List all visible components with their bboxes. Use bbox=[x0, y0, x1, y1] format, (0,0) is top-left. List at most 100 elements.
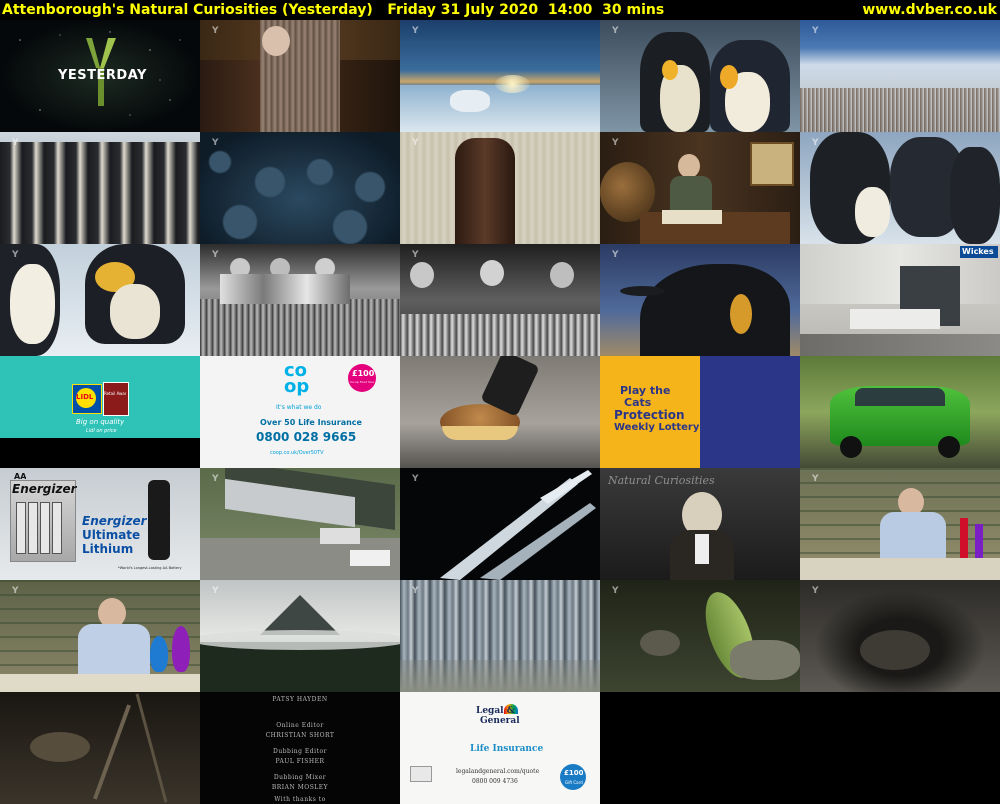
lg-brand-2: General bbox=[480, 716, 520, 726]
thumbnail-presenter-lab-wide[interactable]: Y bbox=[0, 580, 200, 692]
lg-brand-1: Legal & bbox=[476, 706, 515, 716]
coop-product: Over 50 Life Insurance bbox=[260, 418, 362, 427]
energizer-aa: AA bbox=[14, 472, 27, 481]
channel-bug-icon: Y bbox=[612, 250, 619, 260]
credit-line-2: Online Editor bbox=[276, 722, 324, 729]
curiosities-title-text: Natural Curiosities bbox=[608, 474, 715, 487]
retail-award-badge bbox=[103, 382, 129, 416]
coop-logo-bottom: op bbox=[284, 378, 310, 396]
channel-bug-icon: Y bbox=[212, 138, 219, 148]
channel-bug-icon: Y bbox=[212, 250, 219, 260]
coop-url[interactable]: coop.co.uk/Over50TV bbox=[270, 450, 324, 456]
thumbnail-lidl-ad[interactable]: LIDL Retail Awards Big on quality Lidl o… bbox=[0, 356, 200, 468]
thumbnail-penguin-backs[interactable]: Y bbox=[200, 132, 400, 244]
channel-bug-icon: Y bbox=[12, 138, 19, 148]
channel-bug-icon: Y bbox=[412, 138, 419, 148]
channel-bug-icon: Y bbox=[412, 586, 419, 596]
thumbnail-burger-ad[interactable] bbox=[400, 356, 600, 468]
bunny-mascot bbox=[148, 480, 170, 560]
lg-badge-sub: Gift Card bbox=[565, 780, 583, 785]
thumbnail-energizer-ad[interactable]: Energizer AA Energizer Ultimate Lithium … bbox=[0, 468, 200, 580]
thumbnail-ice-crystals[interactable]: Y bbox=[400, 468, 600, 580]
thumbnail-misty-mountain[interactable]: Y bbox=[200, 580, 400, 692]
credit-line-7: BRIAN MOSLEY bbox=[271, 784, 329, 791]
channel-bug-icon: Y bbox=[12, 250, 19, 260]
thumbnail-frog-plants[interactable]: Y bbox=[600, 580, 800, 692]
energizer-product-1: Energizer bbox=[82, 514, 147, 528]
retail-award-text: Retail Awards bbox=[104, 391, 126, 396]
credit-line-4: Dubbing Editor bbox=[273, 748, 327, 755]
lg-phone[interactable]: 0800 009 4736 bbox=[472, 778, 518, 785]
thumbnail-kia-car-ad[interactable] bbox=[800, 356, 1000, 468]
programme-title: Attenborough's Natural Curiosities (Yest… bbox=[2, 2, 665, 18]
thumbnail-curiosities-portrait[interactable]: Natural Curiosities bbox=[600, 468, 800, 580]
cats-line-3: Protection bbox=[614, 408, 685, 422]
thumbnail-yesterday-logo[interactable]: YESTERDAY bbox=[0, 20, 200, 132]
channel-bug-icon: Y bbox=[612, 586, 619, 596]
thumbnail-archive-expedition[interactable]: Y bbox=[200, 244, 400, 356]
channel-bug-icon: Y bbox=[812, 26, 819, 36]
thumbnail-penguin-colony[interactable]: Y bbox=[800, 20, 1000, 132]
thumbnail-streak-blur[interactable]: Y bbox=[400, 580, 600, 692]
thumbnail-presenter-desk[interactable]: Y bbox=[600, 132, 800, 244]
ice-crystal-icon bbox=[440, 470, 596, 580]
thumbnail-doorway[interactable]: Y bbox=[400, 132, 600, 244]
credit-line-8: With thanks to bbox=[274, 796, 326, 803]
voucher-amount: £100 bbox=[352, 369, 375, 378]
channel-bug-icon: Y bbox=[612, 26, 619, 36]
lg-product: Life Insurance bbox=[470, 744, 544, 754]
channel-bug-icon: Y bbox=[812, 138, 819, 148]
lidl-logo-text: LIDL bbox=[76, 393, 94, 401]
thumbnail-legal-general-ad[interactable]: Legal & General Life Insurance legalandg… bbox=[400, 692, 600, 804]
voucher-sub: Co-op Food Voucher bbox=[350, 380, 374, 384]
channel-bug-icon: Y bbox=[212, 474, 219, 484]
thumbnail-cats-protection-ad[interactable]: Play the Cats Protection Weekly Lottery bbox=[600, 356, 800, 468]
thumbnail-presenter-lab[interactable]: Y bbox=[800, 468, 1000, 580]
cats-line-4: Weekly Lottery bbox=[614, 422, 700, 433]
energizer-claim: *World's Longest-Lasting AA Battery bbox=[118, 566, 182, 570]
lg-badge-amount: £100 bbox=[564, 769, 584, 777]
energizer-product-3: Lithium bbox=[82, 542, 134, 556]
thumbnail-coop-ad[interactable]: co op It's what we do £100 Co-op Food Vo… bbox=[200, 356, 400, 468]
channel-bug-icon: Y bbox=[412, 250, 419, 260]
channel-bug-icon: Y bbox=[12, 586, 19, 596]
thumbnail-ice-sunset[interactable]: Y bbox=[400, 20, 600, 132]
channel-bug-icon: Y bbox=[412, 26, 419, 36]
header-bar: Attenborough's Natural Curiosities (Yest… bbox=[0, 0, 1000, 20]
thumbnail-emperor-penguins[interactable]: Y bbox=[600, 20, 800, 132]
coop-slogan: It's what we do bbox=[276, 404, 322, 411]
thumbnail-aerial-buildings[interactable]: Y bbox=[200, 468, 400, 580]
yesterday-logo-text: YESTERDAY bbox=[58, 68, 147, 83]
thumbnail-end-credits[interactable]: PATSY HAYDEN Online Editor CHRISTIAN SHO… bbox=[200, 692, 400, 804]
channel-bug-icon: Y bbox=[412, 474, 419, 484]
channel-bug-icon: Y bbox=[612, 138, 619, 148]
wickes-logo-text: Wickes bbox=[962, 247, 994, 256]
thumbnail-grid: YESTERDAY Y Y Y Y Y Y Y Y Y Y Y Y Y Wick… bbox=[0, 20, 1000, 804]
coop-phone[interactable]: 0800 028 9665 bbox=[256, 430, 356, 444]
mountain-icon bbox=[200, 595, 400, 692]
thumbnail-toad-burrow[interactable]: Y bbox=[800, 580, 1000, 692]
thumbnail-penguin-egg[interactable]: Y bbox=[0, 244, 200, 356]
channel-bug-icon: Y bbox=[812, 474, 819, 484]
energizer-brand: Energizer bbox=[12, 482, 77, 496]
thumbnail-frog-roots[interactable] bbox=[0, 692, 200, 804]
credit-line-5: PAUL FISHER bbox=[275, 758, 325, 765]
thumbnail-presenter-library[interactable]: Y bbox=[200, 20, 400, 132]
defaqto-badge bbox=[410, 766, 432, 782]
credit-line-3: CHRISTIAN SHORT bbox=[265, 732, 335, 739]
site-link[interactable]: www.dvber.co.uk bbox=[862, 0, 997, 20]
thumbnail-archive-hut[interactable]: Y bbox=[400, 244, 600, 356]
lg-url[interactable]: legalandgeneral.com/quote bbox=[456, 768, 539, 775]
lidl-tagline: Big on quality bbox=[76, 418, 125, 426]
thumbnail-penguin-head[interactable]: Y bbox=[600, 244, 800, 356]
thumbnail-penguin-chick[interactable]: Y bbox=[800, 132, 1000, 244]
credit-line-1: PATSY HAYDEN bbox=[272, 696, 328, 703]
channel-bug-icon: Y bbox=[212, 586, 219, 596]
channel-bug-icon: Y bbox=[212, 26, 219, 36]
lidl-tagline-2: Lidl on price bbox=[86, 428, 117, 434]
energizer-product-2: Ultimate bbox=[82, 528, 141, 542]
gift-card-badge bbox=[560, 764, 586, 790]
thumbnail-penguin-huddle[interactable]: Y bbox=[0, 132, 200, 244]
thumbnail-wickes-ad[interactable]: Wickes bbox=[800, 244, 1000, 356]
channel-bug-icon: Y bbox=[812, 586, 819, 596]
